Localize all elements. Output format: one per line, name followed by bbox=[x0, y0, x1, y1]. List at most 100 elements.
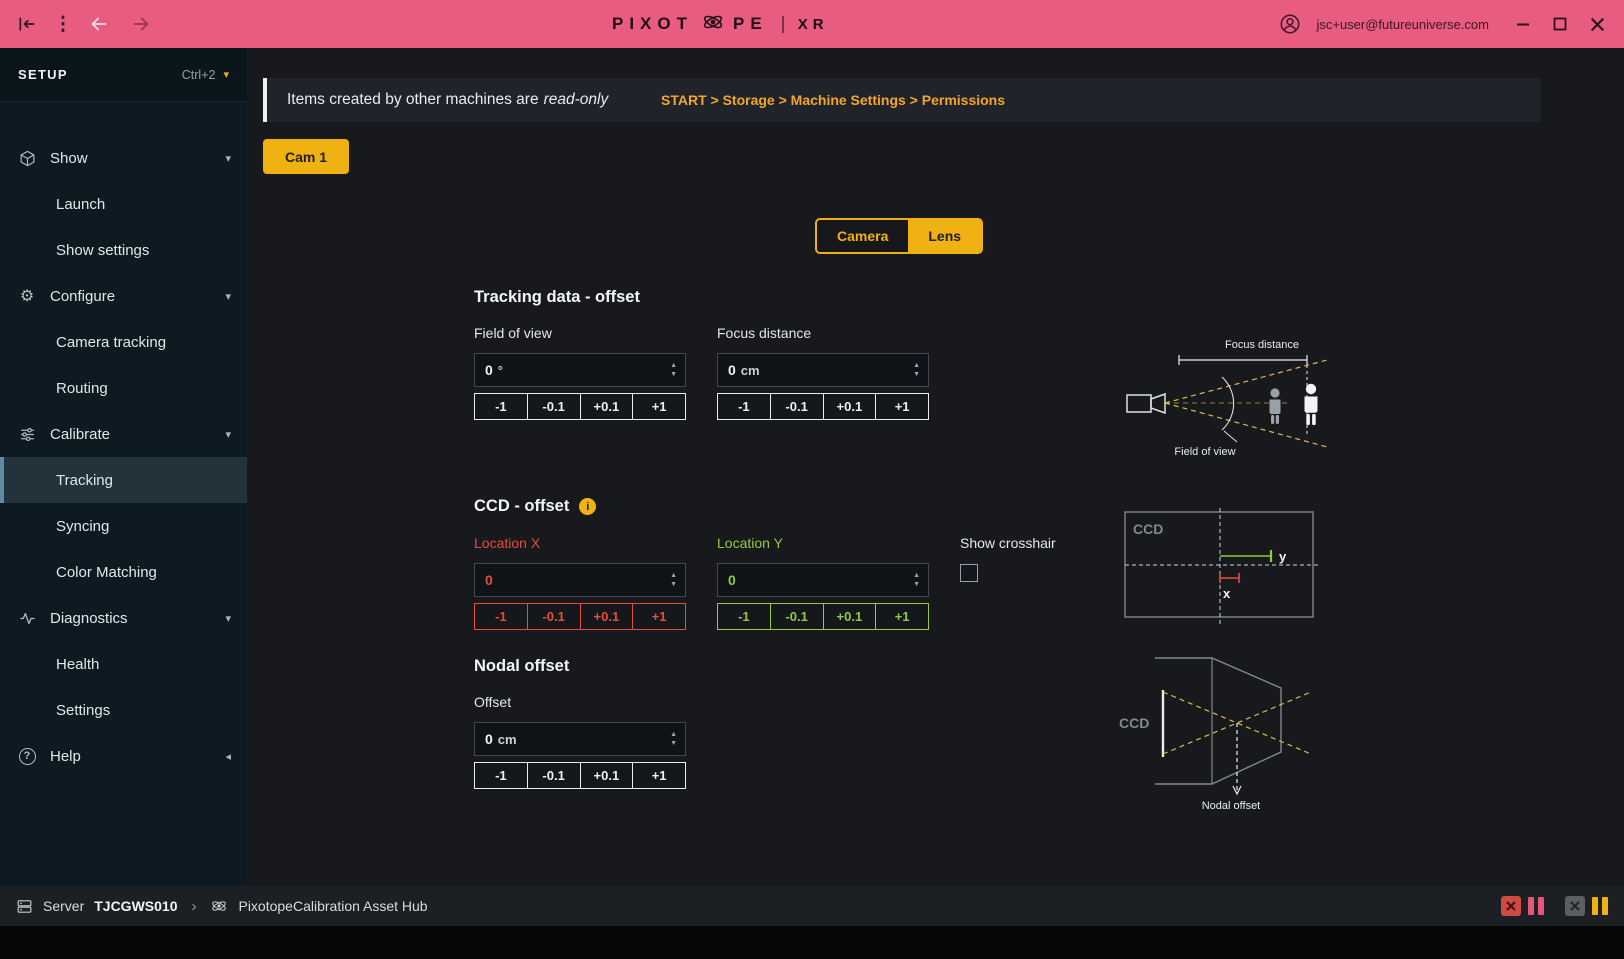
stepper-plus-1-button[interactable]: +1 bbox=[875, 393, 929, 420]
sidebar-item-label: Launch bbox=[56, 196, 105, 213]
tab-lens[interactable]: Lens bbox=[908, 220, 981, 252]
sidebar-item-health[interactable]: Health bbox=[0, 641, 247, 687]
focus-distance-label: Focus distance bbox=[717, 325, 929, 343]
stepper-row: -1 -0.1 +0.1 +1 bbox=[717, 393, 929, 420]
sidebar-item-routing[interactable]: Routing bbox=[0, 365, 247, 411]
field-of-view-input[interactable]: 0 ° ▲▼ bbox=[474, 353, 686, 387]
breadcrumb[interactable]: START > Storage > Machine Settings > Per… bbox=[661, 92, 1005, 108]
section-title-nodal-offset: Nodal offset bbox=[474, 657, 569, 676]
cam-1-button[interactable]: Cam 1 bbox=[263, 139, 349, 174]
field-value: 0 bbox=[728, 362, 736, 378]
focus-distance-input[interactable]: 0 cm ▲▼ bbox=[717, 353, 929, 387]
stepper-minus-0-1-button[interactable]: -0.1 bbox=[527, 393, 581, 420]
back-arrow-icon[interactable] bbox=[88, 13, 110, 35]
minimize-button[interactable] bbox=[1512, 13, 1534, 35]
nodal-offset-input[interactable]: 0 cm ▲▼ bbox=[474, 722, 686, 756]
stop-gray-icon[interactable] bbox=[1565, 896, 1585, 916]
section-title-ccd-offset: CCD - offset i bbox=[474, 497, 596, 516]
banner-emphasis: read-only bbox=[544, 91, 609, 108]
location-y-input[interactable]: 0 ▲▼ bbox=[717, 563, 929, 597]
camera-lens-tabs: Camera Lens bbox=[815, 218, 983, 254]
location-y-label: Location Y bbox=[717, 535, 929, 553]
svg-text:Focus distance: Focus distance bbox=[1225, 339, 1299, 351]
stepper-minus-0-1-button[interactable]: -0.1 bbox=[770, 603, 824, 630]
spinner-control[interactable]: ▲▼ bbox=[670, 564, 677, 596]
stepper-minus-1-button[interactable]: -1 bbox=[474, 762, 528, 789]
stepper-plus-0-1-button[interactable]: +0.1 bbox=[823, 393, 877, 420]
sidebar-item-label: Help bbox=[50, 748, 81, 765]
sidebar-item-tracking[interactable]: Tracking bbox=[0, 457, 247, 503]
pause-yellow-icon[interactable] bbox=[1592, 897, 1608, 915]
focus-distance-control: Focus distance 0 cm ▲▼ -1 -0.1 +0.1 +1 bbox=[717, 325, 929, 420]
section-title-tracking-offset: Tracking data - offset bbox=[474, 288, 640, 307]
spinner-up-icon: ▲ bbox=[670, 362, 677, 369]
location-x-input[interactable]: 0 ▲▼ bbox=[474, 563, 686, 597]
spinner-down-icon: ▼ bbox=[670, 740, 677, 747]
stepper-plus-0-1-button[interactable]: +0.1 bbox=[580, 393, 634, 420]
sidebar-item-label: Configure bbox=[50, 288, 115, 305]
sidebar-item-help[interactable]: ? Help ◂ bbox=[0, 733, 247, 779]
stepper-plus-0-1-button[interactable]: +0.1 bbox=[580, 762, 634, 789]
stepper-minus-0-1-button[interactable]: -0.1 bbox=[527, 762, 581, 789]
stepper-minus-1-button[interactable]: -1 bbox=[717, 603, 771, 630]
stepper-minus-1-button[interactable]: -1 bbox=[474, 603, 528, 630]
info-icon[interactable]: i bbox=[579, 498, 596, 515]
mode-selector[interactable]: SETUP Ctrl+2 ▾ bbox=[0, 48, 247, 102]
chevron-down-icon: ▾ bbox=[223, 68, 229, 81]
pause-pink-icon[interactable] bbox=[1528, 897, 1544, 915]
banner-message: Items created by other machines areread-… bbox=[287, 91, 608, 109]
sidebar-item-show[interactable]: Show ▾ bbox=[0, 135, 247, 181]
user-email[interactable]: jsc+user@futureuniverse.com bbox=[1316, 17, 1489, 32]
location-x-control: Location X 0 ▲▼ -1 -0.1 +0.1 +1 bbox=[474, 535, 686, 630]
tab-camera[interactable]: Camera bbox=[817, 220, 908, 252]
svg-text:Nodal offset: Nodal offset bbox=[1202, 800, 1261, 812]
stepper-minus-1-button[interactable]: -1 bbox=[474, 393, 528, 420]
stepper-plus-1-button[interactable]: +1 bbox=[875, 603, 929, 630]
pixotope-app-window: ⋮ PIXOT PE XR jsc+user@futureuniverse.co… bbox=[0, 0, 1624, 959]
spinner-control[interactable]: ▲▼ bbox=[913, 354, 920, 386]
server-name[interactable]: TJCGWS010 bbox=[94, 898, 177, 914]
spinner-control[interactable]: ▲▼ bbox=[913, 564, 920, 596]
stepper-minus-1-button[interactable]: -1 bbox=[717, 393, 771, 420]
sidebar-item-settings[interactable]: Settings bbox=[0, 687, 247, 733]
forward-arrow-icon[interactable] bbox=[130, 13, 152, 35]
sidebar-item-calibrate[interactable]: Calibrate ▾ bbox=[0, 411, 247, 457]
stepper-plus-1-button[interactable]: +1 bbox=[632, 762, 686, 789]
collapse-sidebar-icon[interactable] bbox=[16, 13, 38, 35]
titlebar: ⋮ PIXOT PE XR jsc+user@futureuniverse.co… bbox=[0, 0, 1624, 48]
stepper-plus-0-1-button[interactable]: +0.1 bbox=[580, 603, 634, 630]
kebab-menu-icon[interactable]: ⋮ bbox=[58, 13, 68, 35]
stepper-plus-1-button[interactable]: +1 bbox=[632, 393, 686, 420]
close-button[interactable] bbox=[1586, 13, 1608, 35]
sidebar-item-diagnostics[interactable]: Diagnostics ▾ bbox=[0, 595, 247, 641]
hub-name[interactable]: PixotopeCalibration Asset Hub bbox=[238, 898, 427, 914]
sidebar-item-camera-tracking[interactable]: Camera tracking bbox=[0, 319, 247, 365]
user-icon[interactable] bbox=[1279, 13, 1301, 35]
stepper-minus-0-1-button[interactable]: -0.1 bbox=[527, 603, 581, 630]
spinner-control[interactable]: ▲▼ bbox=[670, 723, 677, 755]
sidebar-item-launch[interactable]: Launch bbox=[0, 181, 247, 227]
spinner-control[interactable]: ▲▼ bbox=[670, 354, 677, 386]
sidebar-item-label: Routing bbox=[56, 380, 108, 397]
nodal-offset-control: Offset 0 cm ▲▼ -1 -0.1 +0.1 +1 bbox=[474, 694, 686, 789]
spinner-down-icon: ▼ bbox=[913, 581, 920, 588]
stepper-plus-1-button[interactable]: +1 bbox=[632, 603, 686, 630]
logo-separator bbox=[782, 16, 784, 33]
sidebar-item-show-settings[interactable]: Show settings bbox=[0, 227, 247, 273]
stop-red-icon[interactable] bbox=[1501, 896, 1521, 916]
sidebar-item-label: Show settings bbox=[56, 242, 149, 259]
sidebar-item-syncing[interactable]: Syncing bbox=[0, 503, 247, 549]
product-label: XR bbox=[798, 16, 829, 33]
sidebar-menu: Show ▾ Launch Show settings ⚙ Configure … bbox=[0, 102, 247, 779]
sidebar-item-color-matching[interactable]: Color Matching bbox=[0, 549, 247, 595]
readonly-banner: Items created by other machines areread-… bbox=[263, 78, 1541, 122]
show-crosshair-checkbox[interactable] bbox=[960, 564, 978, 582]
maximize-button[interactable] bbox=[1549, 13, 1571, 35]
pixotope-logo: PIXOT PE XR bbox=[612, 0, 829, 48]
sidebar-item-configure[interactable]: ⚙ Configure ▾ bbox=[0, 273, 247, 319]
stepper-minus-0-1-button[interactable]: -0.1 bbox=[770, 393, 824, 420]
stepper-row: -1 -0.1 +0.1 +1 bbox=[474, 393, 686, 420]
field-value: 0 bbox=[728, 572, 736, 588]
stepper-plus-0-1-button[interactable]: +0.1 bbox=[823, 603, 877, 630]
titlebar-left-controls: ⋮ bbox=[16, 13, 152, 35]
